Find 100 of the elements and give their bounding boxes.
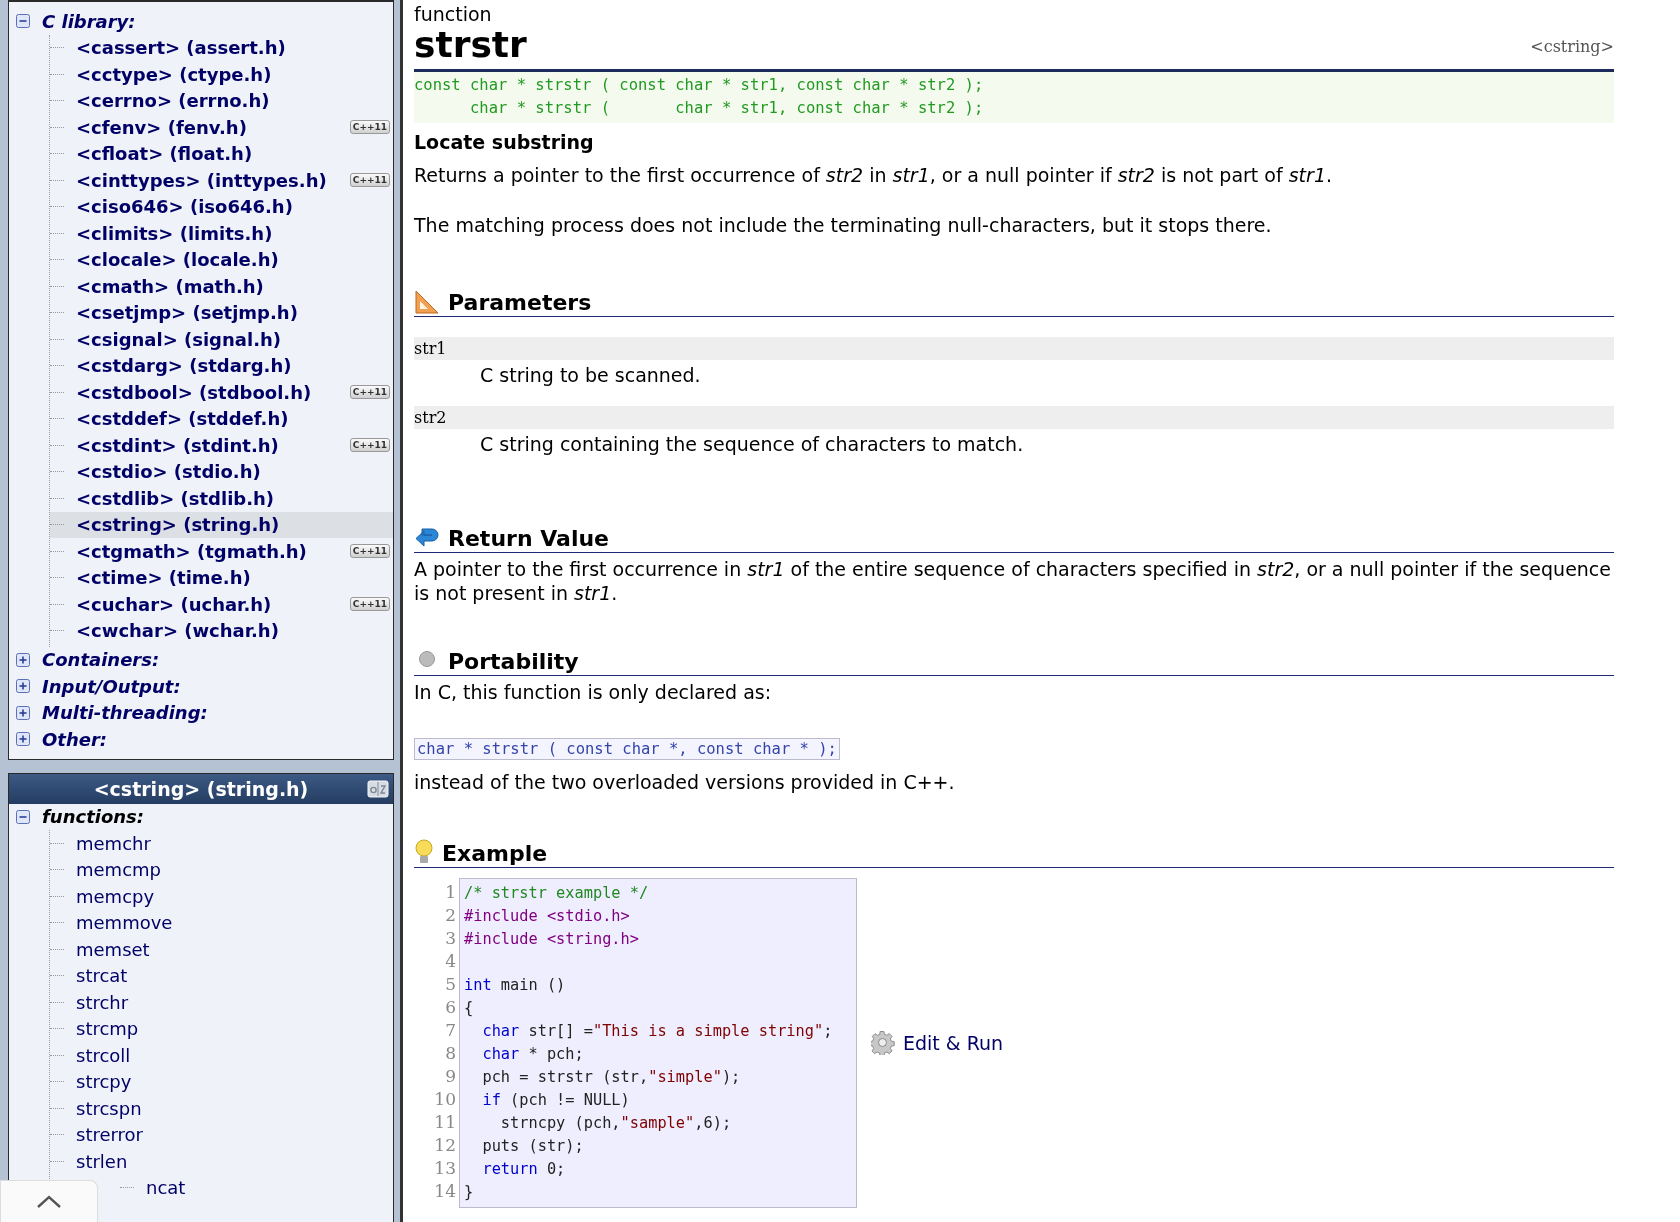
function-link[interactable]: memcmp <box>76 859 161 881</box>
tree-item[interactable]: <csignal> (signal.h) <box>50 326 393 353</box>
bullet-icon <box>418 649 436 668</box>
line-number: 6 <box>444 995 456 1019</box>
tree-connector <box>50 577 64 579</box>
tree-item[interactable]: <clocale> (locale.h) <box>50 246 393 273</box>
code-snippet: char * strstr ( const char *, const char * ); <box>414 737 840 760</box>
tree-item[interactable]: <cinttypes> (inttypes.h) C++11 <box>50 167 393 194</box>
paragraph: A pointer to the first occurrence in str1 of the entire sequence of characters specified in str2, or a null pointer if the sequence is not present in str1. <box>414 556 1612 605</box>
line-number: 3 <box>444 926 456 950</box>
version-badge: C++11 <box>349 438 390 453</box>
tree-connector <box>50 1081 64 1083</box>
tree-connector <box>50 232 64 234</box>
function-link[interactable]: memset <box>76 938 150 960</box>
function-link[interactable]: strcoll <box>76 1044 131 1066</box>
tree-item[interactable]: <cerrno> (errno.h) <box>50 87 393 114</box>
category-link[interactable]: Containers: <box>42 649 160 671</box>
function-link[interactable]: memcpy <box>76 885 155 907</box>
code-line: if (pch != NULL) <box>481 1090 630 1109</box>
function-link[interactable]: strchr <box>76 991 129 1013</box>
tree-item[interactable]: <cwchar> (wchar.h) <box>50 617 393 644</box>
tree-connector <box>50 550 64 552</box>
category-link[interactable]: Input/Output: <box>42 675 181 697</box>
function-link[interactable]: strcpy <box>76 1071 132 1093</box>
code-line: return 0; <box>481 1159 566 1178</box>
function-link[interactable]: memmove <box>76 912 173 934</box>
function-link[interactable]: strcmp <box>76 1018 139 1040</box>
edit-run-button[interactable]: Edit & Run <box>857 1030 1004 1055</box>
tree-item[interactable]: <cstdbool> (stdbool.h) C++11 <box>50 379 393 406</box>
line-number: 2 <box>444 903 456 927</box>
collapse-icon[interactable] <box>16 14 30 29</box>
tree-connector <box>120 1187 134 1189</box>
code-line: pch = strstr (str,"simple"); <box>481 1067 741 1086</box>
tree-item[interactable]: <cuchar> (uchar.h) C++11 <box>50 591 393 618</box>
line-number: 8 <box>444 1041 456 1065</box>
code-line: } <box>464 1182 474 1201</box>
expand-icon[interactable] <box>16 679 30 694</box>
tree-connector <box>50 869 64 871</box>
code-line: int main () <box>464 975 566 994</box>
chevron-up-icon <box>36 1194 62 1209</box>
tree-item[interactable]: <cstdlib> (stdlib.h) <box>50 485 393 512</box>
sort-icon[interactable] <box>367 778 389 799</box>
parameter-description: C string to be scanned. <box>479 363 702 386</box>
tree-item[interactable]: <cstdio> (stdio.h) <box>50 458 393 485</box>
function-link[interactable]: ncat <box>146 1177 186 1199</box>
tree-connector <box>50 153 64 155</box>
function-link[interactable]: memchr <box>76 832 151 854</box>
tree-connector <box>50 126 64 128</box>
version-badge: C++11 <box>349 544 390 559</box>
tree-connector <box>50 47 64 49</box>
group-label: functions: <box>42 806 144 828</box>
code-line: #include <string.h> <box>464 929 639 948</box>
function-link[interactable]: strerror <box>76 1124 144 1146</box>
tree-item[interactable]: <csetjmp> (setjmp.h) <box>50 299 393 326</box>
tree-item[interactable]: <cstdint> (stdint.h) C++11 <box>50 432 393 459</box>
tree-item[interactable]: <ctime> (time.h) <box>50 564 393 591</box>
section-heading: Example <box>442 840 548 866</box>
code-line: puts (str); <box>481 1136 584 1155</box>
paragraph: In C, this function is only declared as: <box>414 679 773 704</box>
function-link[interactable]: strcat <box>76 965 128 987</box>
tree-item[interactable]: <cassert> (assert.h) <box>50 34 393 61</box>
header-link[interactable]: <cstring> <box>1530 37 1614 56</box>
function-link[interactable]: strlen <box>76 1150 128 1172</box>
gear-icon <box>871 1030 895 1055</box>
tree-connector <box>50 444 64 446</box>
prototype-line: char * strstr ( char * str1, const char * str2 ); <box>469 97 985 119</box>
expand-icon[interactable] <box>16 705 30 720</box>
tree-item[interactable]: <cstddef> (stddef.h) <box>50 405 393 432</box>
paragraph: instead of the two overloaded versions provided in C++. <box>414 769 956 794</box>
tree-item[interactable]: <ciso646> (iso646.h) <box>50 193 393 220</box>
line-number: 12 <box>433 1133 456 1157</box>
tree-item[interactable]: <cmath> (math.h) <box>50 273 393 300</box>
tree-connector <box>50 365 64 367</box>
line-number: 14 <box>433 1179 456 1203</box>
tree-item[interactable]: <ctgmath> (tgmath.h) C++11 <box>50 538 393 565</box>
category-link[interactable]: C library: <box>42 10 136 32</box>
parameter-name: str2 <box>414 405 1614 429</box>
paragraph: The matching process does not include the terminating null-characters, but it stops there. <box>414 212 1273 237</box>
version-badge: C++11 <box>349 120 390 135</box>
function-link[interactable]: strcspn <box>76 1097 142 1119</box>
line-number: 7 <box>444 1018 456 1042</box>
tree-item[interactable]: <cstdarg> (stdarg.h) <box>50 352 393 379</box>
code-line: { <box>464 998 474 1017</box>
tree-item[interactable]: <cfloat> (float.h) <box>50 140 393 167</box>
category-link[interactable]: Other: <box>42 728 107 750</box>
tree-item[interactable]: <cctype> (ctype.h) <box>50 61 393 88</box>
page-title: strstr <box>414 25 527 65</box>
tree-connector <box>50 338 64 340</box>
version-badge: C++11 <box>349 385 390 400</box>
line-number: 1 <box>444 880 456 904</box>
expand-icon[interactable] <box>16 732 30 747</box>
line-number: 10 <box>433 1087 456 1111</box>
tree-connector <box>50 1160 64 1162</box>
expand-icon[interactable] <box>16 652 30 667</box>
selected-tree-item[interactable]: <cstring> (string.h) <box>50 511 393 538</box>
collapse-icon[interactable] <box>16 809 30 824</box>
tree-item[interactable]: <cfenv> (fenv.h) C++11 <box>50 114 393 141</box>
section-heading: Portability <box>448 648 579 674</box>
category-link[interactable]: Multi-threading: <box>42 702 208 724</box>
tree-item[interactable]: <climits> (limits.h) <box>50 220 393 247</box>
